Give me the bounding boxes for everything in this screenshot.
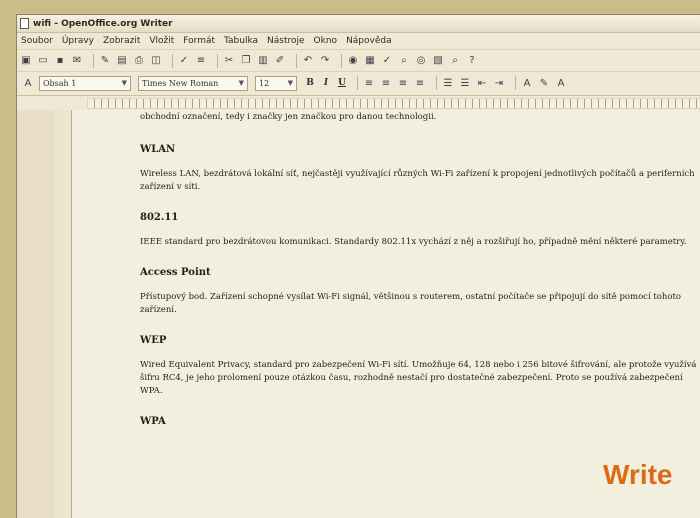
format-paint-icon[interactable]: ✐ [274,55,286,67]
writer-overlay-label: Write [603,459,673,490]
spellcheck-icon[interactable]: ✓ [178,55,190,67]
menu-tools[interactable]: Nástroje [267,36,305,46]
horizontal-ruler[interactable] [17,95,700,111]
paragraph-80211: IEEE standard pro bezdrátovou komunikaci… [140,237,687,247]
paragraph-wep: Wired Equivalent Privacy, standard pro z… [140,360,697,396]
export-pdf-icon[interactable]: ▤ [116,55,128,67]
justify-icon[interactable]: ≡ [414,77,426,89]
standard-toolbar: ▣ ▭ ▪ ✉ ✎ ▤ ⎙ ◫ ✓ ≡ ✂ ❐ ▥ ✐ ↶ ↷ ◉ ▦ ✓ ⌕ … [17,49,700,71]
menu-insert[interactable]: Vložit [149,36,174,46]
paragraph: obchodní označení, tedy i značky jen zna… [140,112,437,122]
copy-icon[interactable]: ❐ [240,55,252,67]
chevron-down-icon: ▼ [238,79,244,87]
numbered-list-icon[interactable]: ☰ [442,77,454,89]
paragraph-access-point: Přístupový bod. Zařízení schopné vysílat… [140,292,682,315]
help-icon[interactable]: ? [466,55,478,67]
table-icon[interactable]: ▦ [364,55,376,67]
align-center-icon[interactable]: ≡ [380,77,392,89]
print-icon[interactable]: ⎙ [133,55,145,67]
font-name-value: Times New Roman [142,78,219,88]
bullet-list-icon[interactable]: ☰ [459,77,471,89]
menu-file[interactable]: Soubor [21,36,53,46]
font-color-icon[interactable]: A [521,77,533,89]
ruler-scale [87,98,700,109]
decrease-indent-icon[interactable]: ⇤ [476,77,488,89]
italic-button[interactable]: I [320,77,332,89]
document-page[interactable]: obchodní označení, tedy i značky jen zna… [71,110,700,518]
paragraph-style-value: Obsah 1 [43,78,77,88]
cut-icon[interactable]: ✂ [223,55,235,67]
align-left-icon[interactable]: ≡ [363,77,375,89]
toolbar-separator [436,76,437,90]
save-icon[interactable]: ▪ [54,55,66,67]
menu-view[interactable]: Zobrazit [103,36,140,46]
styles-icon[interactable]: A [22,77,34,89]
heading-wlan: WLAN [140,144,176,155]
hyperlink-icon[interactable]: ◉ [347,55,359,67]
writer-window: wifi - OpenOffice.org Writer Soubor Úpra… [16,14,700,518]
preview-icon[interactable]: ◫ [150,55,162,67]
toolbar-separator [296,53,297,68]
autocheck-icon[interactable]: ≡ [195,55,207,67]
heading-wpa: WPA [140,416,166,427]
menu-table[interactable]: Tabulka [224,36,258,46]
gallery-icon[interactable]: ▧ [432,55,444,67]
chevron-down-icon: ▼ [121,79,127,87]
undo-icon[interactable]: ↶ [302,55,314,67]
toolbar-separator [172,53,173,68]
heading-wep: WEP [140,335,167,346]
menu-edit[interactable]: Úpravy [62,36,94,46]
background-color-icon[interactable]: A [555,77,567,89]
increase-indent-icon[interactable]: ⇥ [493,77,505,89]
toolbar-separator [217,53,218,68]
redo-icon[interactable]: ↷ [319,55,331,67]
heading-80211: 802.11 [140,212,179,223]
paste-icon[interactable]: ▥ [257,55,269,67]
font-size-select[interactable]: 12 ▼ [255,75,297,91]
chevron-down-icon: ▼ [287,79,293,87]
find-icon[interactable]: ⌕ [398,55,410,67]
document-icon [20,18,29,29]
navigator-icon[interactable]: ◎ [415,55,427,67]
paragraph-style-select[interactable]: Obsah 1 ▼ [39,75,131,91]
align-right-icon[interactable]: ≡ [397,77,409,89]
title-bar: wifi - OpenOffice.org Writer [17,15,700,33]
font-size-value: 12 [259,78,270,88]
document-content[interactable]: obchodní označení, tedy i značky jen zna… [140,111,700,440]
new-document-icon[interactable]: ▣ [20,55,32,67]
menu-bar: Soubor Úpravy Zobrazit Vložit Formát Tab… [17,33,700,49]
zoom-icon[interactable]: ⌕ [449,55,461,67]
bold-button[interactable]: B [304,77,316,89]
window-title: wifi - OpenOffice.org Writer [33,18,173,29]
menu-window[interactable]: Okno [314,36,338,46]
toolbar-separator [93,53,94,68]
document-area: obchodní označení, tedy i značky jen zna… [55,110,700,518]
underline-button[interactable]: U [336,77,348,89]
show-draw-icon[interactable]: ✓ [381,55,393,67]
toolbar-separator [515,76,516,90]
paragraph-wlan: Wireless LAN, bezdrátová lokální síť, ne… [140,169,695,192]
menu-format[interactable]: Formát [183,36,215,46]
toolbar-separator [341,53,342,68]
toolbar-separator [357,76,358,90]
email-icon[interactable]: ✉ [71,55,83,67]
edit-icon[interactable]: ✎ [99,55,111,67]
open-icon[interactable]: ▭ [37,55,49,67]
highlight-icon[interactable]: ✎ [538,77,550,89]
heading-access-point: Access Point [140,267,211,278]
formatting-toolbar: A Obsah 1 ▼ Times New Roman ▼ 12 ▼ B I U… [17,71,700,94]
menu-help[interactable]: Nápověda [346,36,392,46]
font-name-select[interactable]: Times New Roman ▼ [138,75,248,91]
vertical-ruler [17,110,55,518]
